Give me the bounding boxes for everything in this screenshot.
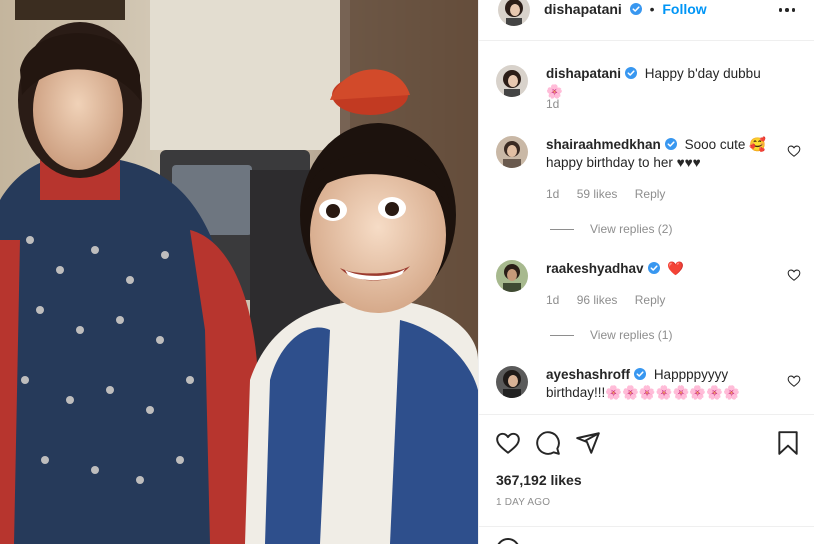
caption-avatar[interactable] xyxy=(496,65,528,97)
commenter-avatar[interactable] xyxy=(496,136,528,168)
reply-button[interactable]: Reply xyxy=(635,293,666,307)
comment-likes[interactable]: 59 likes xyxy=(577,187,618,201)
comment-like-heart-icon[interactable] xyxy=(787,268,801,282)
comment-meta: 1d 59 likes Reply xyxy=(546,187,679,201)
heart-icon[interactable] xyxy=(495,430,521,456)
caption-time: 1d xyxy=(546,97,560,111)
comment-text-block: raakeshyadhav ❤️ xyxy=(546,260,776,278)
view-replies-line xyxy=(550,334,574,336)
comment-text-block: ayeshashroff Happppyyyy birthday!!!🌸🌸🌸🌸🌸… xyxy=(546,366,776,402)
commenter-avatar[interactable] xyxy=(496,366,528,398)
add-comment-bar[interactable] xyxy=(479,526,814,544)
poster-avatar[interactable] xyxy=(498,0,530,26)
view-replies-label: View replies (1) xyxy=(590,328,673,342)
view-replies-button[interactable]: View replies (1) xyxy=(550,328,672,342)
post-photo[interactable] xyxy=(0,0,478,544)
post-actions: 367,192 likes 1 DAY AGO xyxy=(479,414,814,526)
comments-list[interactable]: dishapatani Happy b'day dubbu🌸 1d shaira… xyxy=(479,41,814,414)
comment-username[interactable]: ayeshashroff xyxy=(546,367,630,382)
header-user: dishapatani • Follow xyxy=(544,1,707,17)
poster-username[interactable]: dishapatani xyxy=(544,1,622,17)
verified-badge-icon xyxy=(625,67,638,79)
verified-badge-icon xyxy=(634,368,647,380)
comment-time: 1d xyxy=(546,293,560,307)
comment-text-block: shairaahmedkhan Sooo cute 🥰 happy birthd… xyxy=(546,136,776,172)
reply-button[interactable]: Reply xyxy=(635,187,666,201)
separator-dot: • xyxy=(649,1,655,17)
comment-likes[interactable]: 96 likes xyxy=(577,293,618,307)
emoji-icon[interactable] xyxy=(496,538,520,544)
caption-meta: 1d xyxy=(546,97,573,111)
view-replies-label: View replies (2) xyxy=(590,222,673,236)
verified-badge-icon xyxy=(647,262,660,274)
caption-text-block: dishapatani Happy b'day dubbu🌸 xyxy=(546,65,776,101)
more-options-icon[interactable] xyxy=(777,2,797,18)
follow-button[interactable]: Follow xyxy=(662,1,706,17)
comment-text: ❤️ xyxy=(667,261,685,276)
commenter-avatar[interactable] xyxy=(496,260,528,292)
post-time-ago: 1 DAY AGO xyxy=(496,497,551,508)
post-side-panel: dishapatani • Follow dishapatani Happy b… xyxy=(478,0,814,544)
verified-badge-icon xyxy=(629,3,642,15)
verified-badge-icon xyxy=(664,138,677,150)
post-header: dishapatani • Follow xyxy=(479,0,814,41)
share-icon[interactable] xyxy=(575,430,601,456)
comment-username[interactable]: shairaahmedkhan xyxy=(546,137,661,152)
likes-count[interactable]: 367,192 likes xyxy=(496,472,582,488)
comment-username[interactable]: raakeshyadhav xyxy=(546,261,644,276)
caption-username[interactable]: dishapatani xyxy=(546,66,621,81)
bookmark-icon[interactable] xyxy=(775,430,801,456)
comment-like-heart-icon[interactable] xyxy=(787,374,801,388)
comment-meta: 1d 96 likes Reply xyxy=(546,293,679,307)
comment-time: 1d xyxy=(546,187,560,201)
comment-icon[interactable] xyxy=(535,430,561,456)
view-replies-button[interactable]: View replies (2) xyxy=(550,222,672,236)
view-replies-line xyxy=(550,228,574,230)
comment-like-heart-icon[interactable] xyxy=(787,144,801,158)
childhood-photo-image xyxy=(0,0,478,544)
